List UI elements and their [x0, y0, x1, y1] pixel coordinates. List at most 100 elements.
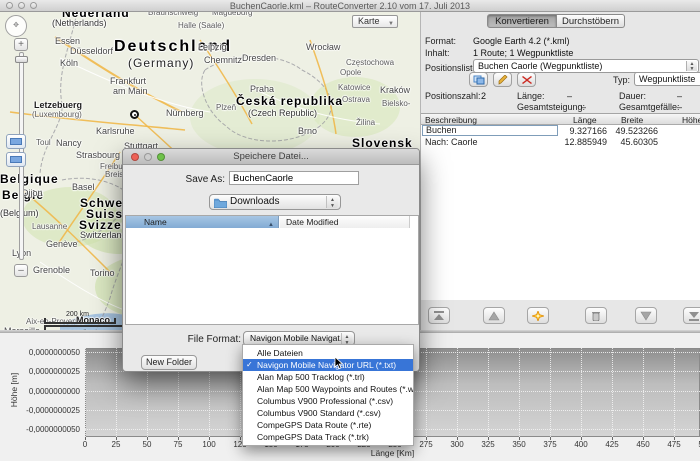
checkmark-icon: ✓ [246, 360, 253, 369]
map-label: Genève [46, 239, 78, 249]
window-titlebar[interactable]: BuchenCaorle.kml – RouteConverter 2.10 v… [0, 0, 700, 12]
file-format-value: Navigon Mobile Navigat... [250, 333, 347, 343]
map-thumbnail-icon [10, 156, 22, 163]
save-file-dialog: Speichere Datei... Save As: Downloads ▲▼… [122, 148, 420, 372]
copy-positionlist-button[interactable] [469, 72, 488, 87]
date-modified-column-header[interactable]: Date Modified [280, 216, 410, 228]
rename-positionlist-button[interactable] [493, 72, 512, 87]
move-position-top-button[interactable] [428, 307, 450, 324]
delete-position-button[interactable] [585, 307, 607, 324]
chart-vgrid-line [643, 348, 644, 437]
route-waypoint-marker[interactable] [130, 110, 139, 119]
file-browser[interactable]: Name ▲ Date Modified [125, 215, 419, 325]
map-label: Letzebuerg [34, 100, 83, 110]
format-menu-item-label: Navigon Mobile Navigator URL (*.txt) [257, 360, 397, 370]
positions-table-header[interactable]: Beschreibung Länge Breite Höhe [421, 114, 700, 125]
zoom-out-button[interactable]: – [14, 264, 28, 277]
map-label: Częstochowa [346, 58, 395, 67]
move-top-icon [434, 311, 444, 320]
table-row[interactable]: Buchen 9.327166 49.523266 [421, 125, 700, 136]
map-label: Katowice [338, 83, 371, 92]
zoom-slider-handle[interactable] [15, 56, 28, 63]
laenge-cell: 12.885949 [564, 137, 607, 147]
dialog-title: Speichere Datei... [233, 151, 309, 162]
chart-vgrid-line [519, 348, 520, 437]
map-label: Bielsko- [382, 99, 411, 108]
format-menu-item[interactable]: Columbus V900 Professional (*.csv) [243, 395, 413, 407]
gesamtsteigung-value: – [581, 102, 587, 112]
map-label: Dresden [242, 53, 277, 63]
format-menu-item[interactable]: CompeGPS Data Route (*.rte) [243, 419, 413, 431]
move-position-up-button[interactable] [483, 307, 505, 324]
chart-vgrid-line [550, 348, 551, 437]
positionsliste-combobox[interactable]: Buchen Caorle (Wegpunktliste) ▲ ▼ [473, 59, 699, 73]
table-row[interactable]: Nach: Caorle 12.885949 45.60305 [421, 136, 700, 147]
map-label: Leipzig [198, 42, 227, 52]
dauer-value: – [677, 91, 683, 101]
map-pan-control[interactable]: ✥ [5, 15, 27, 37]
col-breite[interactable]: Breite [621, 115, 643, 125]
map-label: Žilina [356, 118, 376, 127]
col-beschreibung[interactable]: Beschreibung [425, 115, 477, 125]
col-hoehe[interactable]: Höhe [682, 115, 700, 125]
mouse-cursor [334, 356, 344, 370]
map-overlay-button-1[interactable] [6, 134, 26, 149]
location-popup[interactable]: Downloads ▲ ▼ [209, 194, 341, 210]
zoom-in-button[interactable]: + [14, 38, 28, 51]
chart-vgrid-line [674, 348, 675, 437]
folder-icon [214, 198, 227, 208]
save-as-input[interactable] [229, 171, 359, 185]
format-menu-item-label: CompeGPS Data Route (*.rte) [257, 420, 372, 430]
dialog-titlebar[interactable]: Speichere Datei... [123, 149, 419, 165]
y-tick-label: 0,0000000025 [28, 367, 80, 377]
map-type-dropdown[interactable]: Karte ▼ [352, 15, 398, 28]
red-x-icon [521, 76, 532, 84]
combo-stepper-icon[interactable]: ▲ ▼ [686, 61, 697, 72]
file-format-label: File Format: [187, 334, 241, 345]
format-menu-item[interactable]: ✓ Navigon Mobile Navigator URL (*.txt) [243, 359, 413, 371]
typ-value: Wegpunktliste [639, 74, 696, 84]
sparkle-add-icon [530, 309, 546, 323]
new-folder-button[interactable]: New Folder [141, 355, 197, 370]
map-label: am Main [113, 86, 148, 96]
arrow-up-icon [488, 311, 500, 321]
chart-vgrid-line [85, 348, 86, 437]
delete-positionlist-button[interactable] [517, 72, 536, 87]
format-menu-item[interactable]: Alan Map 500 Tracklog (*.trl) [243, 371, 413, 383]
routeconverter-window: BuchenCaorle.kml – RouteConverter 2.10 v… [0, 0, 700, 461]
map-label: (Germany) [128, 56, 195, 70]
col-laenge[interactable]: Länge [573, 115, 597, 125]
inhalt-value: 1 Route; 1 Wegpunktliste [473, 48, 574, 58]
tab-konvertieren[interactable]: Konvertieren [487, 14, 557, 28]
move-position-bottom-button[interactable] [683, 307, 700, 324]
typ-combobox[interactable]: Wegpunktliste [634, 72, 700, 86]
map-label: Magdeburg [212, 12, 253, 17]
date-column-label: Date Modified [286, 217, 339, 227]
move-position-down-button[interactable] [635, 307, 657, 324]
positions-table[interactable]: Beschreibung Länge Breite Höhe Buchen 9.3… [421, 113, 700, 300]
description-editbox[interactable]: Buchen [422, 125, 558, 136]
format-menu-item[interactable]: Columbus V900 Standard (*.csv) [243, 407, 413, 419]
format-menu-item-label: Alan Map 500 Waypoints and Routes (*.wpr… [257, 384, 413, 394]
map-label: Torino [90, 268, 115, 278]
scale-km-label: 200 km [66, 311, 89, 318]
y-tick-label: 0,0000000050 [28, 348, 80, 357]
format-menu-item[interactable]: CompeGPS Data Track (*.trk) [243, 431, 413, 443]
gesamtgefaelle-value: – [677, 102, 683, 112]
pencil-icon [498, 74, 507, 85]
gesamtsteigung-label: Gesamtsteigung: [517, 102, 586, 112]
map-label: Ostrava [342, 95, 371, 104]
map-overlay-button-2[interactable] [6, 152, 26, 167]
chart-x-axis-label: Länge [Km] [370, 448, 415, 458]
map-label: Frankfurt [110, 76, 147, 86]
tab-durchstoebern[interactable]: Durchstöbern [557, 14, 625, 28]
format-menu-item[interactable]: Alan Map 500 Waypoints and Routes (*.wpr… [243, 383, 413, 395]
chart-vgrid-line [116, 348, 117, 437]
map-label: Brno [298, 126, 318, 136]
conversion-panel: Konvertieren Durchstöbern Format: Google… [420, 12, 700, 330]
add-position-button[interactable] [527, 307, 549, 324]
name-column-header[interactable]: Name ▲ [126, 216, 279, 228]
file-format-menu: Alle Dateien ✓ Navigon Mobile Navigator UR… [242, 344, 414, 446]
format-menu-item[interactable]: Alle Dateien [243, 347, 413, 359]
map-label: Česká republika [236, 94, 344, 108]
